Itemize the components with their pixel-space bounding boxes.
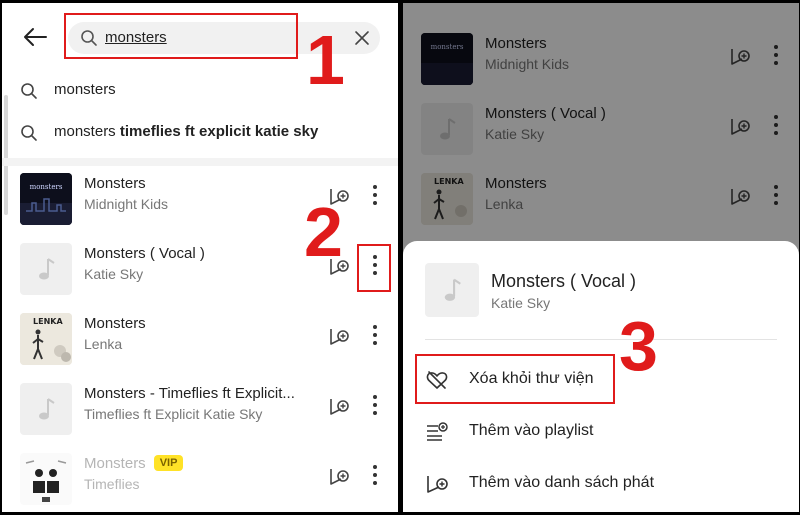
svg-text:monsters: monsters <box>30 183 63 191</box>
step-marker-3: 3 <box>619 307 658 385</box>
add-to-library-icon[interactable] <box>328 325 350 347</box>
step-marker-1: 1 <box>306 21 345 99</box>
menu-label: Thêm vào danh sách phát <box>469 474 655 491</box>
bottom-sheet-screen: monsters Monsters Midnight Kids Monsters… <box>403 3 799 512</box>
add-to-library-icon[interactable] <box>328 465 350 487</box>
add-to-library-icon[interactable] <box>328 395 350 417</box>
music-note-icon <box>20 243 72 295</box>
more-options-icon[interactable] <box>367 322 383 348</box>
queue-add-icon <box>427 476 448 493</box>
song-row[interactable]: Monsters VIP Timeflies <box>2 445 398 512</box>
song-artist: Timeflies ft Explicit Katie Sky <box>84 406 263 422</box>
album-art-timeflies <box>20 453 72 505</box>
clear-icon[interactable] <box>354 30 370 46</box>
search-icon <box>21 83 37 99</box>
suggestion-label: monsters timeflies ft explicit katie sky <box>54 123 319 140</box>
song-artist: Midnight Kids <box>84 196 169 212</box>
song-row[interactable]: LENKA Monsters Lenka <box>2 305 398 375</box>
song-row[interactable]: Monsters - Timeflies ft Explicit... Time… <box>2 375 398 445</box>
song-artist: Lenka <box>84 336 123 352</box>
sheet-song-title: Monsters ( Vocal ) <box>491 271 637 291</box>
back-arrow-icon[interactable] <box>22 24 48 50</box>
song-title: Monsters VIP <box>84 455 184 472</box>
menu-add-to-queue[interactable]: Thêm vào danh sách phát <box>403 459 799 509</box>
more-options-icon[interactable] <box>367 392 383 418</box>
music-note-icon <box>425 263 479 317</box>
song-options-sheet: Monsters ( Vocal ) Katie Sky Xóa khỏi th… <box>403 241 799 512</box>
song-title: Monsters - Timeflies ft Explicit... <box>84 385 295 402</box>
album-art-midnight-kids: monsters <box>20 173 72 225</box>
more-options-icon[interactable] <box>367 182 383 208</box>
menu-add-to-playlist[interactable]: Thêm vào playlist <box>403 407 799 457</box>
sheet-song-artist: Katie Sky <box>491 295 551 311</box>
search-icon <box>21 125 37 141</box>
sheet-divider <box>425 339 777 340</box>
song-artist: Timeflies <box>84 476 140 492</box>
screenshot-frame: monsters monsters monsters timeflies ft … <box>0 0 800 515</box>
highlight-more-button <box>357 244 391 292</box>
highlight-remove-option <box>415 354 615 404</box>
song-title: Monsters ( Vocal ) <box>84 245 205 262</box>
suggestion-item[interactable]: monsters timeflies ft explicit katie sky <box>2 113 398 153</box>
more-options-icon[interactable] <box>367 462 383 488</box>
playlist-add-icon <box>427 422 448 441</box>
song-artist: Katie Sky <box>84 266 144 282</box>
album-art-lenka: LENKA <box>20 313 72 365</box>
step-marker-2: 2 <box>304 193 343 271</box>
song-title: Monsters <box>84 175 146 192</box>
music-note-icon <box>20 383 72 435</box>
suggestion-label: monsters <box>54 81 116 98</box>
highlight-search-box <box>64 13 298 59</box>
vip-badge: VIP <box>153 455 184 471</box>
search-screen: monsters monsters monsters timeflies ft … <box>2 3 398 512</box>
song-title: Monsters <box>84 315 146 332</box>
menu-label: Thêm vào playlist <box>469 422 594 439</box>
svg-text:LENKA: LENKA <box>33 317 63 326</box>
